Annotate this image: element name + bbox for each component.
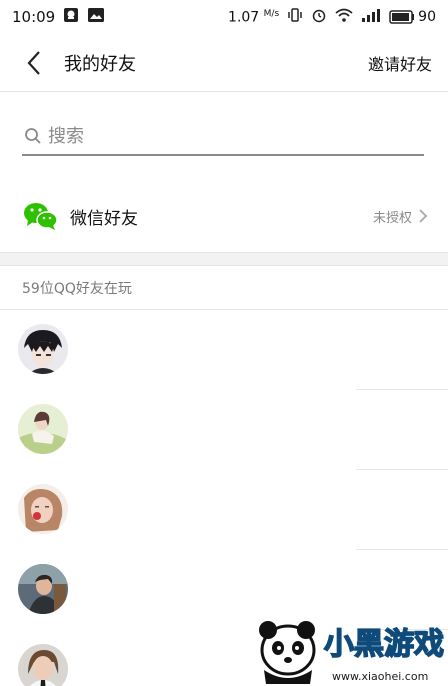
wechat-friends-label: 微信好友 xyxy=(70,208,138,229)
image-notification-icon xyxy=(87,7,105,27)
wifi-icon xyxy=(335,7,353,27)
page-title: 我的好友 xyxy=(64,53,136,75)
friend-list-item[interactable] xyxy=(0,470,448,550)
search-bar xyxy=(22,118,424,156)
avatar-boy-tree xyxy=(18,564,68,614)
battery-level: 90 xyxy=(418,9,436,25)
speed-unit: M/s xyxy=(263,8,280,19)
watermark-title: 小黑游戏 xyxy=(324,627,444,662)
signal-icon xyxy=(361,8,381,26)
panda-logo-icon: 小黑游戏 www.xiaohei.com xyxy=(259,621,445,684)
battery-indicator: 90 xyxy=(389,9,436,25)
section-divider xyxy=(0,252,448,266)
wechat-icon xyxy=(24,203,58,230)
app-header: 我的好友 邀请好友 xyxy=(0,34,448,92)
authorization-status: 未授权 xyxy=(372,210,412,226)
avatar-girl-green xyxy=(18,404,68,454)
friend-list-item[interactable] xyxy=(0,310,448,390)
status-bar: 10:09 1.07 M/s 90 xyxy=(0,0,448,34)
avatar-girl-red xyxy=(18,484,68,534)
watermark-url: www.xiaohei.com xyxy=(332,670,428,683)
wechat-friends-row[interactable]: 微信好友 未授权 xyxy=(0,184,448,248)
search-input[interactable] xyxy=(48,125,408,147)
friend-list-item[interactable] xyxy=(0,390,448,470)
battery-icon xyxy=(389,10,415,24)
avatar-woman-tie xyxy=(18,644,68,686)
network-speed: 1.07 M/s xyxy=(228,9,279,26)
qq-friends-count-title: 59位QQ好友在玩 xyxy=(22,281,132,297)
watermark-logo: 小黑游戏 www.xiaohei.com xyxy=(252,608,448,686)
alarm-icon xyxy=(311,7,327,27)
back-arrow-icon xyxy=(27,50,40,75)
clock: 10:09 xyxy=(12,8,56,26)
vibrate-icon xyxy=(287,7,303,27)
chevron-right-icon xyxy=(419,209,428,223)
invite-friends-button[interactable]: 邀请好友 xyxy=(368,51,432,75)
avatar-anime xyxy=(18,324,68,374)
speed-value: 1.07 xyxy=(228,9,260,26)
search-icon xyxy=(25,128,41,144)
qq-notification-icon xyxy=(63,7,79,27)
back-button[interactable] xyxy=(10,34,58,92)
